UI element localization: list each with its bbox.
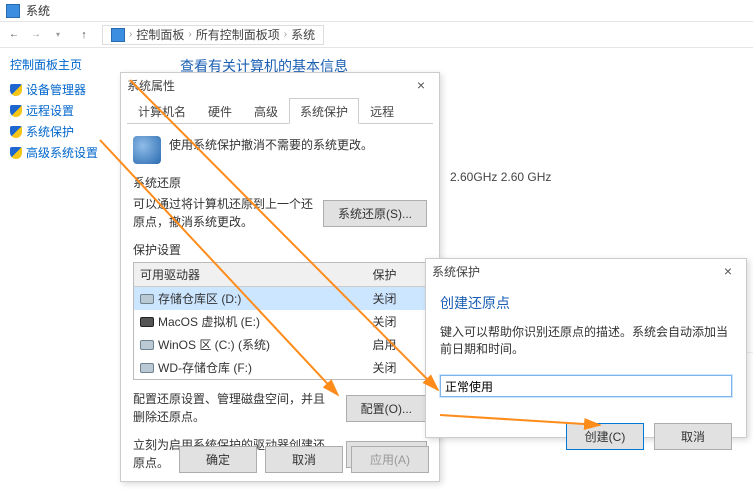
restore-description: 可以通过将计算机还原到上一个还原点，撤消系统更改。 xyxy=(133,195,313,231)
drive-name: WD-存储仓库 (F:) xyxy=(158,361,252,375)
control-panel-home-link[interactable]: 控制面板主页 xyxy=(10,56,110,73)
dialog-button-row: 创建(C) 取消 xyxy=(440,423,732,450)
col-drive[interactable]: 可用驱动器 xyxy=(134,263,367,287)
nav-arrows: ← → ▾ xyxy=(6,27,66,43)
dialog-title: 系统属性 xyxy=(127,77,175,94)
breadcrumb[interactable]: › 控制面板 › 所有控制面板项 › 系统 xyxy=(102,25,324,45)
window-titlebar: 系统 xyxy=(0,0,753,22)
tab-strip: 计算机名 硬件 高级 系统保护 远程 xyxy=(127,97,433,124)
drive-icon xyxy=(140,363,154,373)
nav-forward-button[interactable]: → xyxy=(28,27,44,43)
chevron-right-icon: › xyxy=(129,29,132,40)
drive-name: 存储仓库区 (D:) xyxy=(158,292,241,306)
dialog-titlebar: 系统保护 × xyxy=(426,259,746,283)
dialog-titlebar: 系统属性 × xyxy=(121,73,439,97)
configure-button[interactable]: 配置(O)... xyxy=(346,395,427,422)
drive-status: 关闭 xyxy=(367,356,427,380)
drive-status: 关闭 xyxy=(367,310,427,333)
create-description: 键入可以帮助你识别还原点的描述。系统会自动添加当前日期和时间。 xyxy=(440,323,732,357)
sidebar-item-device-manager[interactable]: 设备管理器 xyxy=(10,81,110,98)
system-properties-dialog: 系统属性 × 计算机名 硬件 高级 系统保护 远程 使用系统保护撤消不需要的系统… xyxy=(120,72,440,482)
tab-advanced[interactable]: 高级 xyxy=(243,98,289,124)
chevron-right-icon: › xyxy=(284,29,287,40)
dialog-body: 创建还原点 键入可以帮助你识别还原点的描述。系统会自动添加当前日期和时间。 创建… xyxy=(426,283,746,460)
breadcrumb-item[interactable]: 系统 xyxy=(291,26,315,43)
sidebar-item-label: 远程设置 xyxy=(26,102,74,119)
create-button[interactable]: 创建(C) xyxy=(566,423,644,450)
cpu-frequency-text: 2.60GHz 2.60 GHz xyxy=(450,170,551,184)
dialog-title: 系统保护 xyxy=(432,263,480,280)
nav-back-button[interactable]: ← xyxy=(6,27,22,43)
close-button[interactable]: × xyxy=(716,263,740,279)
sidebar-item-label: 系统保护 xyxy=(26,123,74,140)
shield-icon xyxy=(10,126,22,138)
drive-icon xyxy=(140,294,154,304)
chevron-right-icon: › xyxy=(188,29,191,40)
drive-name: MacOS 虚拟机 (E:) xyxy=(158,315,260,329)
ok-button[interactable]: 确定 xyxy=(179,446,257,473)
configure-description: 配置还原设置、管理磁盘空间，并且删除还原点。 xyxy=(133,390,336,426)
shield-icon xyxy=(10,147,22,159)
cancel-button[interactable]: 取消 xyxy=(265,446,343,473)
breadcrumb-item[interactable]: 所有控制面板项 xyxy=(196,26,280,43)
sidebar: 控制面板主页 设备管理器 远程设置 系统保护 高级系统设置 xyxy=(10,56,110,165)
breadcrumb-icon xyxy=(111,28,125,42)
info-text: 使用系统保护撤消不需要的系统更改。 xyxy=(169,136,373,153)
navigation-bar: ← → ▾ ↑ › 控制面板 › 所有控制面板项 › 系统 xyxy=(0,22,753,48)
close-button[interactable]: × xyxy=(409,77,433,93)
tab-remote[interactable]: 远程 xyxy=(359,98,405,124)
cancel-button[interactable]: 取消 xyxy=(654,423,732,450)
nav-history-dropdown[interactable]: ▾ xyxy=(50,27,66,43)
apply-button[interactable]: 应用(A) xyxy=(351,446,429,473)
dialog-button-row: 确定 取消 应用(A) xyxy=(179,446,429,473)
drive-status: 启用 xyxy=(367,333,427,356)
drive-status: 关闭 xyxy=(367,287,427,311)
system-icon xyxy=(6,4,20,18)
drive-row[interactable]: 存储仓库区 (D:) 关闭 xyxy=(134,287,427,311)
drive-table: 可用驱动器 保护 存储仓库区 (D:) 关闭 MacOS 虚拟机 (E:) 关闭 W… xyxy=(133,262,427,380)
restore-point-name-input[interactable] xyxy=(440,375,732,397)
shield-icon xyxy=(10,105,22,117)
tab-hardware[interactable]: 硬件 xyxy=(197,98,243,124)
drive-icon xyxy=(140,317,154,327)
sidebar-item-advanced-settings[interactable]: 高级系统设置 xyxy=(10,144,110,161)
dialog-body: 使用系统保护撤消不需要的系统更改。 系统还原 可以通过将计算机还原到上一个还原点… xyxy=(121,124,439,480)
section-restore-heading: 系统还原 xyxy=(133,174,427,191)
window-title: 系统 xyxy=(26,2,50,19)
breadcrumb-item[interactable]: 控制面板 xyxy=(136,26,184,43)
sidebar-item-label: 设备管理器 xyxy=(26,81,86,98)
section-protect-heading: 保护设置 xyxy=(133,241,427,258)
sidebar-item-label: 高级系统设置 xyxy=(26,144,98,161)
shield-icon xyxy=(10,84,22,96)
restore-icon xyxy=(133,136,161,164)
drive-row[interactable]: WD-存储仓库 (F:) 关闭 xyxy=(134,356,427,380)
create-restore-point-dialog: 系统保护 × 创建还原点 键入可以帮助你识别还原点的描述。系统会自动添加当前日期… xyxy=(425,258,747,438)
col-status[interactable]: 保护 xyxy=(367,263,427,287)
drive-icon xyxy=(140,340,154,350)
drive-name: WinOS 区 (C:) (系统) xyxy=(158,338,270,352)
sidebar-item-system-protection[interactable]: 系统保护 xyxy=(10,123,110,140)
drive-row[interactable]: WinOS 区 (C:) (系统) 启用 xyxy=(134,333,427,356)
drive-row[interactable]: MacOS 虚拟机 (E:) 关闭 xyxy=(134,310,427,333)
sidebar-item-remote-settings[interactable]: 远程设置 xyxy=(10,102,110,119)
tab-system-protection[interactable]: 系统保护 xyxy=(289,98,359,124)
tab-computer-name[interactable]: 计算机名 xyxy=(127,98,197,124)
system-restore-button[interactable]: 系统还原(S)... xyxy=(323,200,427,227)
nav-up-button[interactable]: ↑ xyxy=(76,27,92,43)
info-row: 使用系统保护撤消不需要的系统更改。 xyxy=(133,136,427,164)
create-heading: 创建还原点 xyxy=(440,293,732,313)
